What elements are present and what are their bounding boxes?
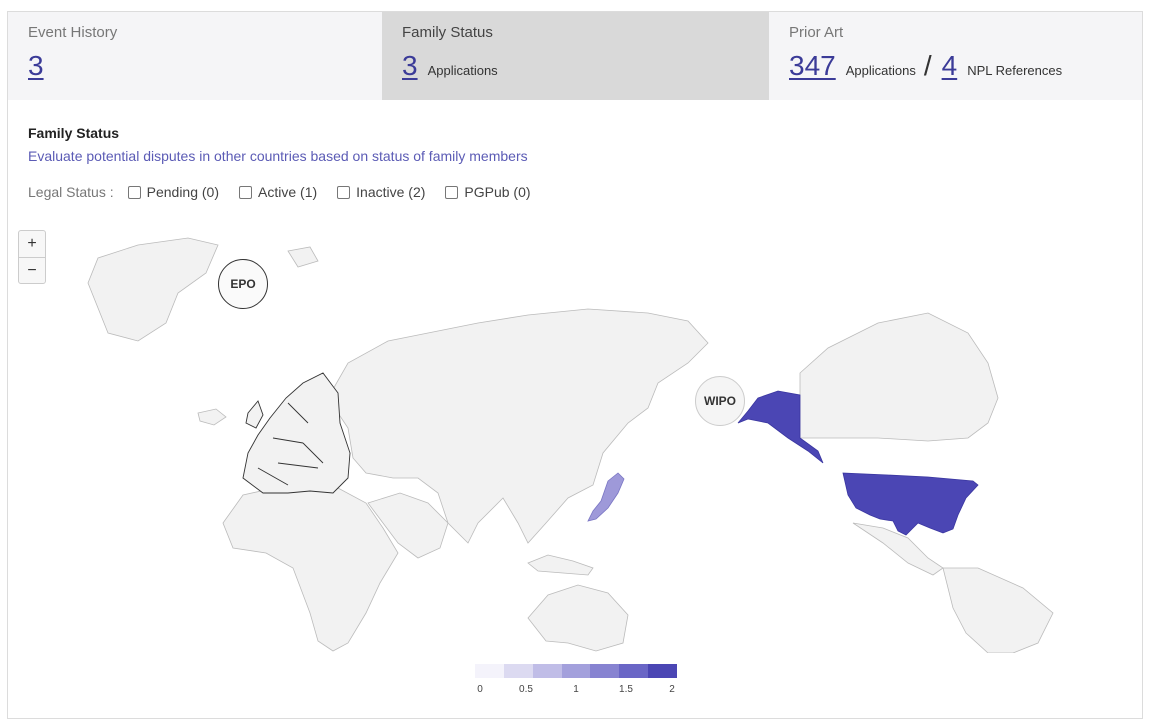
zoom-in-button[interactable]: +	[19, 231, 45, 257]
inactive-checkbox[interactable]: Inactive (2)	[337, 184, 425, 200]
npl-references-unit: NPL References	[967, 63, 1063, 78]
separator: /	[923, 50, 932, 81]
tab-prior-art[interactable]: Prior Art 347 Applications / 4 NPL Refer…	[769, 12, 1142, 100]
tab-family-status[interactable]: Family Status 3 Applications	[382, 12, 769, 100]
color-scale-bar	[475, 664, 678, 678]
section-title: Family Status	[28, 125, 120, 141]
tick-label: 1.5	[619, 684, 633, 695]
region-europe	[242, 372, 351, 494]
family-status-content: Family Status Evaluate potential dispute…	[8, 101, 1142, 718]
zoom-out-button[interactable]: −	[19, 257, 45, 283]
region-south-america	[942, 567, 1054, 653]
tab-title: Family Status	[402, 24, 493, 41]
prior-art-applications-unit: Applications	[845, 63, 916, 78]
tab-title: Prior Art	[789, 24, 844, 41]
tick-label: 1	[573, 684, 579, 695]
tick-label: 0.5	[519, 684, 533, 695]
checkbox-label: PGPub (0)	[464, 184, 531, 200]
section-subtitle: Evaluate potential disputes in other cou…	[28, 148, 528, 164]
color-scale-legend: 0 0.5 1 1.5 2	[475, 664, 678, 700]
summary-tabs: Event History 3 Family Status 3 Applicat…	[8, 12, 1142, 100]
region-uk	[245, 400, 264, 429]
region-africa	[222, 484, 399, 652]
tab-event-history[interactable]: Event History 3	[8, 12, 382, 100]
checkbox-icon[interactable]	[337, 185, 351, 199]
checkbox-icon[interactable]	[445, 185, 459, 199]
region-greenland	[87, 237, 219, 342]
checkbox-label: Inactive (2)	[356, 184, 426, 200]
region-canada	[799, 312, 999, 442]
region-iceland	[197, 408, 227, 426]
patent-family-panel: Event History 3 Family Status 3 Applicat…	[7, 11, 1143, 719]
event-history-count-link[interactable]: 3	[28, 50, 44, 82]
region-australia	[527, 584, 629, 652]
tab-title: Event History	[28, 24, 118, 41]
world-map[interactable]	[48, 223, 1078, 653]
wipo-bubble[interactable]: WIPO	[695, 376, 745, 426]
pgpub-checkbox[interactable]: PGPub (0)	[445, 184, 531, 200]
active-checkbox[interactable]: Active (1)	[239, 184, 317, 200]
color-scale-ticks: 0 0.5 1 1.5 2	[475, 684, 677, 700]
tick-label: 0	[477, 684, 483, 695]
epo-bubble[interactable]: EPO	[218, 259, 268, 309]
map-zoom-control: + −	[18, 230, 46, 284]
checkbox-label: Pending (0)	[146, 184, 220, 200]
checkbox-icon[interactable]	[239, 185, 253, 199]
pending-checkbox[interactable]: Pending (0)	[127, 184, 220, 200]
region-indonesia	[527, 554, 594, 576]
family-count-unit: Applications	[427, 63, 498, 78]
prior-art-applications-link[interactable]: 347	[789, 50, 836, 82]
legal-status-filter: Legal Status : Pending (0) Active (1) In…	[28, 184, 551, 200]
region-svalbard	[287, 246, 319, 268]
npl-references-link[interactable]: 4	[942, 50, 958, 82]
tick-label: 2	[669, 684, 675, 695]
checkbox-label: Active (1)	[258, 184, 318, 200]
family-count-link[interactable]: 3	[402, 50, 418, 82]
legal-status-label: Legal Status :	[28, 184, 114, 200]
checkbox-icon[interactable]	[127, 185, 141, 199]
